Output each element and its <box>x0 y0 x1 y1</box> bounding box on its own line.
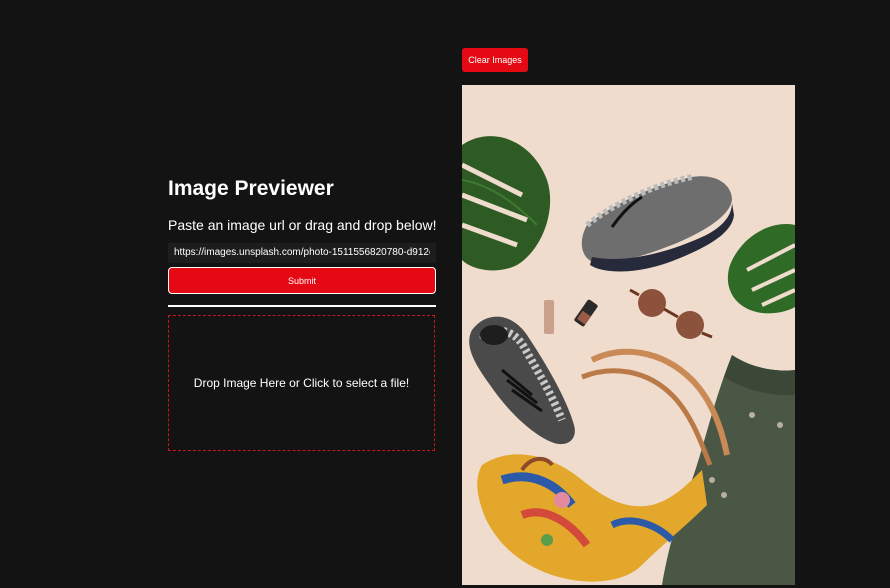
preview-photo <box>462 85 795 585</box>
dropzone-label: Drop Image Here or Click to select a fil… <box>193 376 410 390</box>
clear-images-button[interactable]: Clear Images <box>462 48 528 72</box>
instruction-text: Paste an image url or drag and drop belo… <box>168 217 437 233</box>
divider <box>168 305 436 307</box>
image-previewer-page: Image Previewer Paste an image url or dr… <box>0 0 890 588</box>
submit-button[interactable]: Submit <box>168 267 436 294</box>
image-dropzone[interactable]: Drop Image Here or Click to select a fil… <box>168 315 435 451</box>
image-url-input[interactable] <box>168 243 436 263</box>
page-title: Image Previewer <box>168 177 334 200</box>
previewer-panel: Image Previewer Paste an image url or dr… <box>168 176 437 451</box>
preview-image <box>462 85 795 585</box>
lipstick-1 <box>544 300 554 334</box>
